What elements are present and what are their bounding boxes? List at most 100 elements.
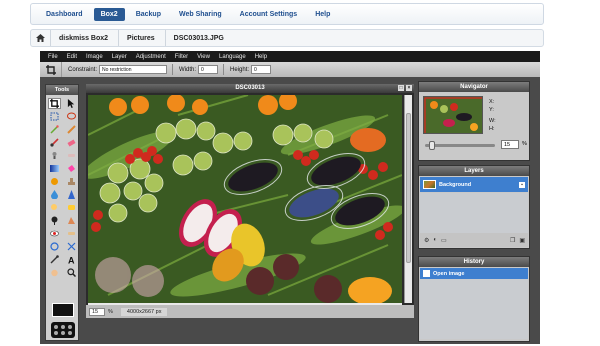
- canvas-status-bar: 15 % 4000x2667 px: [86, 305, 414, 318]
- color-swatch[interactable]: [52, 303, 74, 317]
- height-label: Height:: [230, 66, 250, 73]
- canvas-title: DSC03013: [235, 85, 265, 91]
- crop-icon: [40, 62, 62, 77]
- navigator-zoom-input[interactable]: 15: [501, 140, 519, 149]
- page: Dashboard Box2 Backup Web Sharing Accoun…: [0, 0, 600, 346]
- sponge-tool-icon[interactable]: [65, 202, 78, 213]
- home-icon[interactable]: [31, 30, 51, 46]
- divider: [172, 64, 174, 75]
- constraint-select[interactable]: No restriction: [99, 65, 168, 74]
- navigator-title: Navigator: [419, 82, 529, 92]
- width-label: Width:: [179, 66, 197, 73]
- menu-adjustment[interactable]: Adjustment: [136, 54, 166, 60]
- red-eye-tool-icon[interactable]: [48, 228, 61, 239]
- move-tool-icon[interactable]: [65, 98, 78, 109]
- layers-toolbar: ⚙ ◐ ▭ ❐ ▣: [420, 233, 528, 247]
- history-item-label: Open image: [433, 270, 465, 277]
- breadcrumb-item-file: DSC03013.JPG: [173, 34, 224, 42]
- layer-name: Background: [439, 181, 472, 188]
- photo-canvas[interactable]: [88, 95, 402, 303]
- nav-h-label: H:: [489, 126, 495, 132]
- vertical-scrollbar[interactable]: [404, 95, 412, 303]
- layer-folder-icon[interactable]: ▭: [441, 237, 447, 244]
- image-dimensions: 4000x2667 px: [120, 307, 168, 316]
- tab-dashboard[interactable]: Dashboard: [39, 8, 90, 21]
- fruit-photo: [88, 95, 402, 303]
- bloat-tool-icon[interactable]: [48, 241, 61, 252]
- menu-image[interactable]: Image: [86, 54, 103, 60]
- clone-tool-icon[interactable]: [48, 150, 61, 161]
- replace-color-icon[interactable]: [48, 176, 61, 187]
- pencil-tool-icon[interactable]: [65, 124, 78, 135]
- maximize-icon[interactable]: □: [398, 85, 404, 91]
- gradient-tool-icon[interactable]: [48, 163, 61, 174]
- blur-tool-icon[interactable]: [48, 189, 61, 200]
- layers-list: [420, 193, 528, 233]
- zoom-slider[interactable]: [425, 144, 495, 147]
- tab-backup[interactable]: Backup: [129, 8, 168, 21]
- options-bar: Constraint: No restriction Width: 0 Heig…: [40, 62, 540, 77]
- wand-tool-icon[interactable]: [48, 124, 61, 135]
- pinch-tool-icon[interactable]: [65, 241, 78, 252]
- layer-thumbnail: [423, 180, 436, 189]
- tab-account-settings[interactable]: Account Settings: [233, 8, 305, 21]
- nav-x-label: X:: [489, 99, 495, 105]
- layers-title: Layers: [419, 166, 529, 176]
- image-editor: File Edit Image Layer Adjustment Filter …: [40, 51, 540, 344]
- delete-layer-icon[interactable]: ▣: [519, 237, 525, 244]
- color-picker-icon[interactable]: [48, 254, 61, 265]
- menu-bar: File Edit Image Layer Adjustment Filter …: [40, 51, 540, 62]
- lock-icon[interactable]: ▪: [519, 181, 525, 188]
- nav-y-label: Y:: [489, 107, 494, 113]
- svg-text:A: A: [68, 256, 75, 265]
- zoom-unit: %: [108, 308, 113, 315]
- zoom-slider-handle[interactable]: [429, 141, 435, 150]
- lasso-tool-icon[interactable]: [65, 111, 78, 122]
- document-icon: [423, 270, 430, 277]
- tool-palette-icon[interactable]: [51, 322, 75, 338]
- crop-tool-icon[interactable]: [48, 98, 61, 109]
- divider: [223, 64, 225, 75]
- scroll-thumb[interactable]: [406, 113, 411, 263]
- tools-panel: Tools A: [45, 84, 79, 341]
- layer-row-background[interactable]: Background ▪: [420, 177, 528, 192]
- width-input[interactable]: 0: [198, 65, 219, 74]
- tab-help[interactable]: Help: [308, 8, 337, 21]
- history-item-open-image[interactable]: Open image: [420, 268, 528, 279]
- tab-web-sharing[interactable]: Web Sharing: [172, 8, 229, 21]
- eraser-tool-icon[interactable]: [65, 137, 78, 148]
- zoom-input[interactable]: 15: [89, 307, 105, 316]
- menu-edit[interactable]: Edit: [67, 54, 77, 60]
- burn-tool-icon[interactable]: [65, 215, 78, 226]
- layer-mask-icon[interactable]: ◐: [433, 237, 437, 243]
- history-title: History: [419, 257, 529, 267]
- tab-box2[interactable]: Box2: [93, 7, 125, 21]
- bucket-tool-icon[interactable]: [65, 163, 78, 174]
- stamp-tool-icon[interactable]: [65, 176, 78, 187]
- menu-language[interactable]: Language: [219, 54, 246, 60]
- marquee-tool-icon[interactable]: [48, 111, 61, 122]
- new-layer-icon[interactable]: ❐: [510, 237, 515, 244]
- hand-tool-icon[interactable]: [48, 267, 61, 278]
- layers-panel: Layers Background ▪ ⚙ ◐ ▭ ❐ ▣: [418, 165, 530, 249]
- spot-heal-tool-icon[interactable]: [65, 228, 78, 239]
- sharpen-tool-icon[interactable]: [65, 189, 78, 200]
- menu-view[interactable]: View: [197, 54, 210, 60]
- dodge-tool-icon[interactable]: [48, 215, 61, 226]
- navigator-zoom-unit: %: [522, 141, 527, 147]
- menu-help[interactable]: Help: [255, 54, 267, 60]
- navigator-thumbnail[interactable]: [423, 96, 483, 134]
- zoom-tool-icon[interactable]: [65, 267, 78, 278]
- smudge-tool-icon[interactable]: [48, 202, 61, 213]
- menu-file[interactable]: File: [48, 54, 58, 60]
- menu-layer[interactable]: Layer: [112, 54, 127, 60]
- menu-filter[interactable]: Filter: [175, 54, 188, 60]
- layer-style-icon[interactable]: ⚙: [424, 237, 429, 244]
- type-tool-icon[interactable]: A: [65, 254, 78, 265]
- close-icon[interactable]: ×: [406, 85, 412, 91]
- heal-tool-icon[interactable]: [65, 150, 78, 161]
- height-input[interactable]: 0: [251, 65, 272, 74]
- brush-tool-icon[interactable]: [48, 137, 61, 148]
- breadcrumb-item-pictures[interactable]: Pictures: [119, 30, 166, 46]
- breadcrumb-item-box[interactable]: diskmiss Box2: [51, 30, 120, 46]
